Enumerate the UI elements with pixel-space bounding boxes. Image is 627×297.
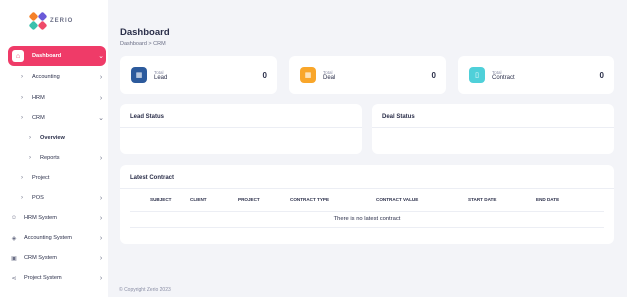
bullet-icon: ›: [21, 95, 23, 101]
sidebar-item-project[interactable]: › Project: [8, 168, 106, 188]
column-header: CLIENT: [190, 197, 207, 203]
brand-logo[interactable]: ZERIO: [28, 11, 74, 31]
sidebar-item-label: Accounting System: [24, 235, 72, 241]
latest-contract-panel: Latest Contract SUBJECT CLIENT PROJECT C…: [120, 165, 614, 244]
sidebar-item-label: CRM System: [24, 255, 57, 261]
bullet-icon: ›: [29, 135, 31, 141]
sidebar-item-label: HRM: [32, 95, 45, 101]
sidebar-item-dashboard[interactable]: ⌂ Dashboard ⌄: [8, 46, 106, 66]
deal-status-panel: Deal Status: [372, 104, 614, 154]
sidebar-item-label: Project System: [24, 275, 62, 281]
sidebar-item-label: POS: [32, 195, 44, 201]
sidebar-item-label: Dashboard: [32, 53, 62, 59]
column-header: END DATE: [536, 197, 560, 203]
logo-mark-icon: [28, 11, 48, 31]
sidebar-item-crm[interactable]: › CRM ⌄: [8, 108, 106, 128]
user-icon: ☺: [10, 215, 18, 221]
table-row: There is no latest contract: [130, 210, 604, 228]
bullet-icon: ›: [21, 74, 23, 80]
chevron-right-icon: ›: [99, 194, 103, 202]
page-header: Dashboard Dashboard > CRM: [120, 27, 170, 47]
sidebar-item-label: Reports: [40, 155, 60, 161]
stat-label: Contract: [492, 74, 515, 81]
stat-card-contract: ▯ Total Contract 0: [458, 56, 614, 94]
breadcrumb[interactable]: Dashboard > CRM: [120, 41, 170, 47]
lead-status-panel: Lead Status: [120, 104, 362, 154]
column-header: PROJECT: [238, 197, 260, 203]
bullet-icon: ›: [29, 155, 31, 161]
bullet-icon: ›: [21, 195, 23, 201]
stat-card-deal: ▦ Total Deal 0: [289, 56, 446, 94]
sidebar-item-hrm[interactable]: › HRM ›: [8, 88, 106, 108]
chevron-right-icon: ›: [99, 274, 103, 282]
accounting-icon: ◈: [11, 235, 17, 242]
column-header: CONTRACT VALUE: [376, 197, 419, 203]
sidebar-item-label: Project: [32, 175, 50, 181]
sidebar-item-reports[interactable]: › Reports ›: [8, 148, 106, 168]
column-header: CONTRACT TYPE: [290, 197, 330, 203]
contract-icon: ▯: [469, 67, 485, 83]
sidebar-item-project-system[interactable]: ⋖ Project System ›: [8, 268, 106, 288]
stat-value: 0: [599, 70, 604, 80]
sidebar-item-pos[interactable]: › POS ›: [8, 188, 106, 208]
column-header: START DATE: [468, 197, 497, 203]
sidebar-item-crm-system[interactable]: ▣ CRM System ›: [8, 248, 106, 268]
chevron-right-icon: ›: [99, 234, 103, 242]
chevron-right-icon: ›: [99, 73, 103, 81]
column-header: SUBJECT: [150, 197, 172, 203]
chevron-right-icon: ›: [99, 254, 103, 262]
sidebar-item-accounting-system[interactable]: ◈ Accounting System ›: [8, 228, 106, 248]
stat-value: 0: [431, 70, 436, 80]
sidebar-item-overview[interactable]: › Overview: [8, 128, 106, 148]
sidebar-nav: ⌂ Dashboard ⌄ › Accounting › › HRM › › C…: [8, 46, 106, 288]
page-title: Dashboard: [120, 27, 170, 38]
sidebar: ZERIO ⌂ Dashboard ⌄ › Accounting › › HRM…: [0, 0, 108, 297]
sidebar-item-label: Accounting: [32, 74, 60, 80]
stat-value: 0: [262, 70, 267, 80]
table-header-row: SUBJECT CLIENT PROJECT CONTRACT TYPE CON…: [130, 189, 604, 211]
chevron-down-icon: ⌄: [98, 115, 104, 122]
chevron-right-icon: ›: [99, 94, 103, 102]
sidebar-item-hrm-system[interactable]: ☺ HRM System ›: [8, 208, 106, 228]
contract-table: SUBJECT CLIENT PROJECT CONTRACT TYPE CON…: [130, 189, 604, 228]
crm-icon: ▣: [11, 255, 17, 262]
panel-title: Latest Contract: [120, 165, 614, 189]
lead-icon: ▦: [131, 67, 147, 83]
sidebar-item-label: CRM: [32, 115, 45, 121]
sidebar-item-label: HRM System: [24, 215, 57, 221]
panel-title: Deal Status: [372, 104, 614, 128]
share-icon: ⋖: [11, 275, 17, 282]
sidebar-item-label: Overview: [40, 135, 65, 141]
stat-label: Lead: [154, 74, 168, 81]
home-icon: ⌂: [12, 50, 24, 62]
bullet-icon: ›: [21, 175, 23, 181]
chevron-right-icon: ›: [99, 154, 103, 162]
chevron-right-icon: ›: [99, 214, 103, 222]
chevron-down-icon: ⌄: [98, 53, 104, 60]
deal-icon: ▦: [300, 67, 316, 83]
empty-message: There is no latest contract: [130, 210, 604, 228]
brand-name: ZERIO: [50, 18, 74, 24]
panel-title: Lead Status: [120, 104, 362, 128]
footer-copyright: © Copyright Zerio 2023: [119, 287, 171, 293]
bullet-icon: ›: [21, 115, 23, 121]
stat-card-lead: ▦ Total Lead 0: [120, 56, 277, 94]
stat-label: Deal: [323, 74, 336, 81]
sidebar-item-accounting[interactable]: › Accounting ›: [8, 66, 106, 88]
